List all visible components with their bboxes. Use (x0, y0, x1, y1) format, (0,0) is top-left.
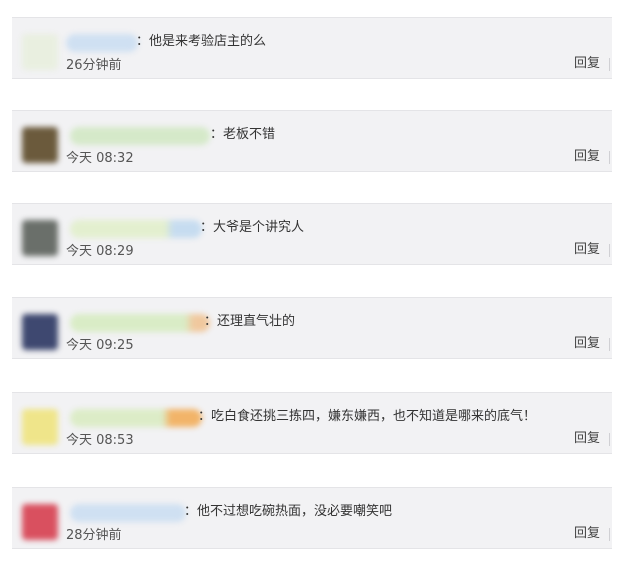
avatar[interactable] (22, 220, 58, 256)
reply-button[interactable]: 回复 (574, 334, 600, 354)
reply-button[interactable]: 回复 (574, 54, 600, 74)
comment-text: ：吃白食还挑三拣四，嫌东嫌西，也不知道是哪来的底气！ (198, 409, 537, 424)
reply-button[interactable]: 回复 (574, 524, 600, 544)
comment-card: ：吃白食还挑三拣四，嫌东嫌西，也不知道是哪来的底气！ 今天 08:53 回复 (12, 392, 612, 454)
comment-card: ：还理直气壮的 今天 09:25 回复 (12, 297, 612, 359)
divider (609, 58, 610, 71)
divider (609, 433, 610, 446)
comment-card: ：大爷是个讲究人 今天 08:29 回复 (12, 203, 612, 265)
username-blurred[interactable] (70, 220, 202, 238)
username-blurred[interactable] (70, 127, 210, 145)
comment-card: ：老板不错 今天 08:32 回复 (12, 110, 612, 172)
comment-card: ：他是来考验店主的么 26分钟前 回复 (12, 17, 612, 79)
reply-button[interactable]: 回复 (574, 240, 600, 260)
avatar[interactable] (22, 504, 58, 540)
avatar[interactable] (22, 409, 58, 445)
comment-time: 今天 08:29 (66, 244, 134, 259)
divider (609, 338, 610, 351)
username-blurred[interactable] (70, 314, 210, 332)
reply-button[interactable]: 回复 (574, 147, 600, 167)
comment-time: 今天 08:53 (66, 433, 134, 448)
divider (609, 244, 610, 257)
reply-button[interactable]: 回复 (574, 429, 600, 449)
avatar[interactable] (22, 127, 58, 163)
comment-time: 26分钟前 (66, 58, 122, 73)
comment-time: 今天 09:25 (66, 338, 134, 353)
divider (609, 151, 610, 164)
comment-text: ：大爷是个讲究人 (200, 220, 305, 235)
comment-time: 28分钟前 (66, 528, 122, 543)
avatar[interactable] (22, 34, 58, 70)
avatar[interactable] (22, 314, 58, 350)
comment-text: ：老板不错 (210, 127, 276, 142)
comment-text: ：他不过想吃碗热面，没必要嘲笑吧 (184, 504, 393, 519)
username-blurred[interactable] (66, 34, 138, 52)
comment-time: 今天 08:32 (66, 151, 134, 166)
username-blurred[interactable] (70, 504, 186, 522)
comment-text: ：还理直气壮的 (204, 314, 296, 329)
username-blurred[interactable] (70, 409, 202, 427)
comment-card: ：他不过想吃碗热面，没必要嘲笑吧 28分钟前 回复 (12, 487, 612, 549)
divider (609, 528, 610, 541)
comment-text: ：他是来考验店主的么 (136, 34, 267, 49)
